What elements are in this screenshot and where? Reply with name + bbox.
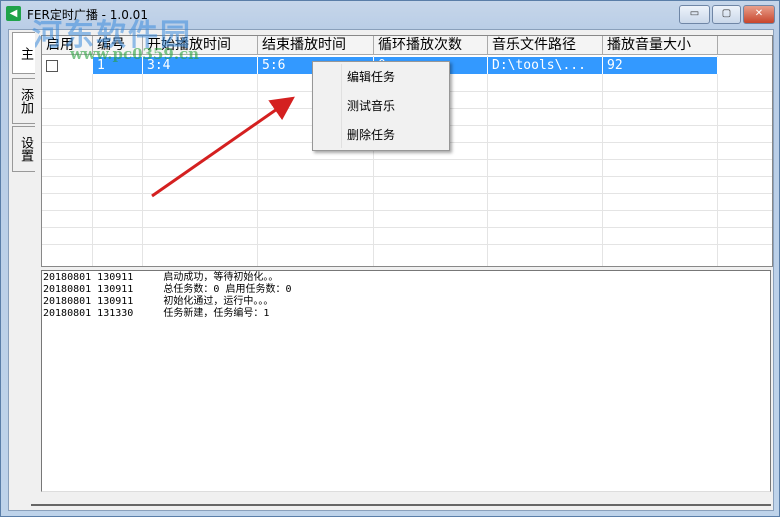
context-menu: 编辑任务 测试音乐 删除任务 bbox=[312, 61, 450, 151]
menu-item-edit-task[interactable]: 编辑任务 bbox=[315, 64, 447, 90]
tab-main[interactable]: 主 bbox=[12, 32, 35, 74]
watermark-url: www.pc0359.cn bbox=[70, 45, 200, 63]
menu-item-test-music[interactable]: 测试音乐 bbox=[315, 93, 447, 119]
menu-item-delete-task[interactable]: 删除任务 bbox=[315, 122, 447, 148]
